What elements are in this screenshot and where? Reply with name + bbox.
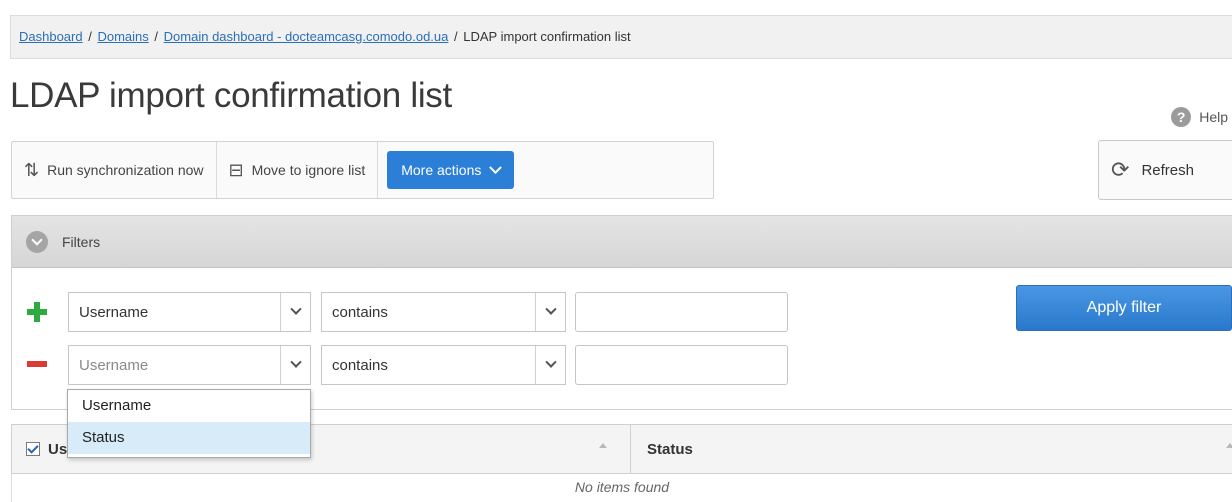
dropdown-option-username[interactable]: Username <box>68 390 310 422</box>
sort-arrows-icon: ⇅ <box>24 159 40 180</box>
ignore-list-icon: ⊟ <box>228 159 244 180</box>
breadcrumb-separator: / <box>154 29 159 44</box>
help-link[interactable]: ? Help <box>1171 107 1228 127</box>
filter-field-value: Username <box>79 356 149 374</box>
chevron-down-icon <box>26 230 48 253</box>
filters-title: Filters <box>62 233 101 250</box>
chevron-down-icon <box>535 346 565 384</box>
select-all-checkbox[interactable] <box>26 442 40 456</box>
move-to-ignore-label: Move to ignore list <box>251 162 366 178</box>
filter-operator-value: contains <box>332 356 388 374</box>
chevron-down-icon <box>535 293 565 331</box>
filter-field-select[interactable]: Username <box>68 292 311 332</box>
breadcrumb-current: LDAP import confirmation list <box>463 29 631 44</box>
filters-header[interactable]: Filters <box>12 216 1232 268</box>
add-filter-icon[interactable] <box>27 302 47 322</box>
more-actions-button[interactable]: More actions <box>387 151 515 189</box>
help-icon: ? <box>1171 107 1192 127</box>
column-label-status: Status <box>647 440 693 458</box>
filter-field-dropdown: Username Status <box>67 389 311 458</box>
chevron-down-icon <box>280 346 310 384</box>
filter-operator-select[interactable]: contains <box>321 345 566 385</box>
page-title: LDAP import confirmation list <box>10 76 452 115</box>
sort-icon <box>1226 443 1232 448</box>
refresh-label: Refresh <box>1141 161 1194 179</box>
refresh-icon: ⟳ <box>1111 157 1130 182</box>
run-synchronization-label: Run synchronization now <box>47 162 204 178</box>
remove-filter-icon[interactable] <box>27 354 47 374</box>
filter-value-input[interactable] <box>575 292 788 332</box>
filter-value-input[interactable] <box>575 345 788 385</box>
breadcrumb: Dashboard / Domains / Domain dashboard -… <box>10 15 1232 59</box>
refresh-button[interactable]: ⟳ Refresh <box>1098 140 1232 200</box>
filter-field-select[interactable]: Username <box>68 345 311 385</box>
action-toolbar: ⇅ Run synchronization now ⊟ Move to igno… <box>11 141 714 199</box>
dropdown-option-status[interactable]: Status <box>68 422 310 454</box>
filter-operator-value: contains <box>332 303 388 321</box>
breadcrumb-link-dashboard[interactable]: Dashboard <box>19 29 83 44</box>
help-label: Help <box>1199 109 1228 125</box>
chevron-down-icon <box>489 160 503 174</box>
chevron-down-icon <box>280 293 310 331</box>
empty-table-message: No items found <box>11 474 1232 502</box>
breadcrumb-link-domains[interactable]: Domains <box>97 29 148 44</box>
filter-field-value: Username <box>79 303 149 321</box>
sort-icon <box>599 443 607 448</box>
filter-operator-select[interactable]: contains <box>321 292 566 332</box>
breadcrumb-link-domain-dashboard[interactable]: Domain dashboard - docteamcasg.comodo.od… <box>164 29 449 44</box>
apply-filter-button[interactable]: Apply filter <box>1016 285 1232 331</box>
column-header-status[interactable]: Status <box>631 425 1232 473</box>
more-actions-label: More actions <box>401 162 482 178</box>
run-synchronization-button[interactable]: ⇅ Run synchronization now <box>12 142 217 198</box>
breadcrumb-separator: / <box>88 29 92 44</box>
breadcrumb-separator: / <box>454 29 458 44</box>
move-to-ignore-button[interactable]: ⊟ Move to ignore list <box>217 142 379 198</box>
